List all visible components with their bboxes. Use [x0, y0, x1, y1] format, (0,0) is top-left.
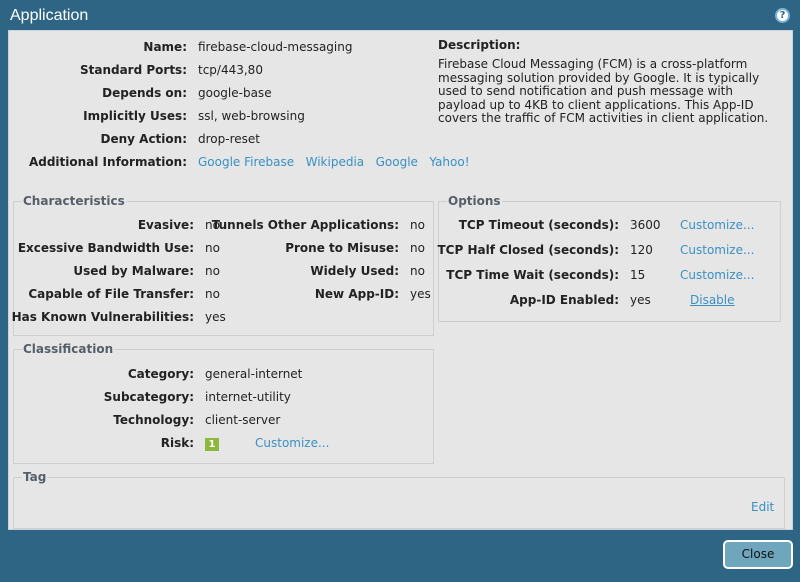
- info-2-value: google-base: [198, 86, 272, 100]
- info-1-label: Standard Ports:: [79, 63, 187, 77]
- class-0-value: general-internet: [205, 367, 303, 381]
- char-left-0-label: Evasive:: [137, 218, 194, 232]
- options-title: Options: [447, 194, 502, 208]
- tag-edit-link[interactable]: Edit: [751, 500, 774, 514]
- option-1-customize-link[interactable]: Customize...: [680, 243, 754, 257]
- option-2-value: 15: [630, 268, 646, 282]
- option-0-label: TCP Timeout (seconds):: [458, 218, 619, 232]
- char-left-2-label: Used by Malware:: [73, 264, 194, 278]
- option-0-customize-link[interactable]: Customize...: [680, 218, 754, 232]
- option-2-customize-link[interactable]: Customize...: [680, 268, 754, 282]
- options-section: Options TCP Timeout (seconds): 3600 Custo…: [437, 194, 781, 322]
- link-google[interactable]: Google: [376, 155, 418, 169]
- additional-info-label: Additional Information:: [28, 155, 187, 169]
- info-3-label: Implicitly Uses:: [83, 109, 187, 123]
- description-label: Description:: [438, 38, 521, 52]
- char-right-3-label: New App-ID:: [314, 287, 399, 301]
- class-1-value: internet-utility: [205, 390, 291, 404]
- char-right-0-label: Tunnels Other Applications:: [211, 218, 399, 232]
- char-left-3-label: Capable of File Transfer:: [28, 287, 194, 301]
- info-2-label: Depends on:: [102, 86, 187, 100]
- char-right-1-label: Prone to Misuse:: [285, 241, 399, 255]
- info-3-value: ssl, web-browsing: [198, 109, 305, 123]
- char-left-4-value: yes: [205, 310, 226, 324]
- tag-section: Tag Edit: [13, 470, 785, 529]
- option-3-label: App-ID Enabled:: [509, 293, 619, 307]
- help-icon[interactable]: ?: [775, 8, 790, 23]
- additional-info-links: Google Firebase Wikipedia Google Yahoo!: [198, 155, 470, 169]
- option-1-label: TCP Half Closed (seconds):: [437, 243, 619, 257]
- characteristics-section: Characteristics Evasive: no Excessive Ban…: [11, 194, 434, 336]
- tag-title: Tag: [22, 470, 48, 484]
- char-left-4-label: Has Known Vulnerabilities:: [11, 310, 194, 324]
- info-0-value: firebase-cloud-messaging: [198, 40, 353, 54]
- char-left-2-value: no: [205, 264, 220, 278]
- class-2-value: client-server: [205, 413, 281, 427]
- option-1-value: 120: [630, 243, 653, 257]
- char-right-0-value: no: [410, 218, 425, 232]
- dialog-title: Application: [10, 7, 89, 24]
- char-left-3-value: no: [205, 287, 220, 301]
- class-0-label: Category:: [127, 367, 194, 381]
- info-0-label: Name:: [143, 40, 187, 54]
- char-left-1-label: Excessive Bandwidth Use:: [17, 241, 194, 255]
- info-1-value: tcp/443,80: [198, 63, 263, 77]
- option-3-value: yes: [630, 293, 651, 307]
- char-right-2-label: Widely Used:: [310, 264, 399, 278]
- risk-badge: 1: [205, 438, 219, 451]
- risk-label: Risk:: [160, 436, 194, 450]
- risk-customize-link[interactable]: Customize...: [255, 436, 329, 450]
- class-1-label: Subcategory:: [103, 390, 194, 404]
- classification-section: Classification Category: general-interne…: [13, 342, 434, 464]
- risk-value: 1: [205, 436, 219, 451]
- link-yahoo[interactable]: Yahoo!: [429, 155, 469, 169]
- char-left-1-value: no: [205, 241, 220, 255]
- option-2-label: TCP Time Wait (seconds):: [446, 268, 619, 282]
- class-2-label: Technology:: [113, 413, 194, 427]
- char-right-3-value: yes: [410, 287, 431, 301]
- characteristics-title: Characteristics: [22, 194, 126, 208]
- char-right-1-value: no: [410, 241, 425, 255]
- char-right-2-value: no: [410, 264, 425, 278]
- link-wikipedia[interactable]: Wikipedia: [306, 155, 365, 169]
- classification-title: Classification: [22, 342, 115, 356]
- option-3-disable-link[interactable]: Disable: [690, 293, 735, 307]
- link-google-firebase[interactable]: Google Firebase: [198, 155, 294, 169]
- description-text: Firebase Cloud Messaging (FCM) is a cros…: [438, 57, 769, 125]
- info-4-label: Deny Action:: [100, 132, 187, 146]
- info-4-value: drop-reset: [198, 132, 260, 146]
- dialog-body: Name: firebase-cloud-messaging Standard P…: [8, 30, 793, 530]
- close-button[interactable]: Close: [723, 540, 793, 569]
- option-0-value: 3600: [630, 218, 661, 232]
